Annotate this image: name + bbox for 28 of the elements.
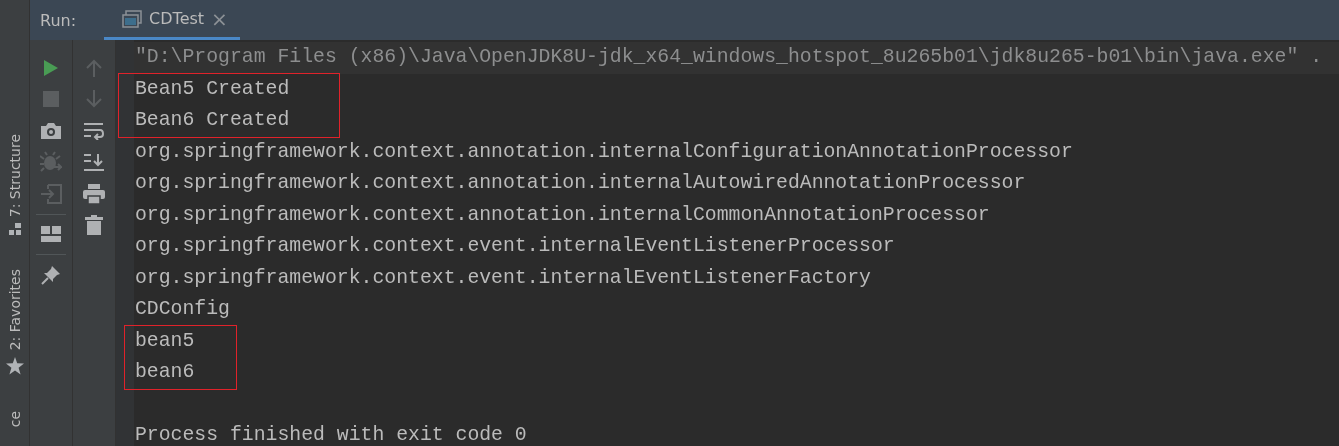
printer-icon[interactable] xyxy=(83,183,105,204)
tab-label: CDTest xyxy=(149,9,205,28)
console-line: CDConfig xyxy=(134,297,231,322)
tool-window-tab[interactable]: ce xyxy=(6,410,23,427)
pin-icon[interactable] xyxy=(41,264,61,285)
window-icon xyxy=(122,9,143,28)
scroll-to-end-icon[interactable] xyxy=(84,153,104,172)
console-line: org.springframework.context.event.internalEventListenerProcessor xyxy=(134,234,896,259)
console-line: Bean5 Created xyxy=(134,76,290,102)
layout-icon[interactable] xyxy=(41,226,61,243)
trash-icon[interactable] xyxy=(85,215,103,236)
console-line: org.springframework.context.annotation.internalAutowiredAnnotationProcessor xyxy=(134,171,1027,196)
tool-window-tab[interactable]: 2: Favorites xyxy=(6,269,23,351)
console-line: bean5 xyxy=(134,328,195,354)
soft-wrap-icon[interactable] xyxy=(84,121,104,140)
console-line: org.springframework.context.annotation.internalCommonAnnotationProcessor xyxy=(134,202,991,228)
console-line: org.springframework.context.event.internalEventListenerFactory xyxy=(134,265,872,291)
run-label: Run: xyxy=(40,10,77,30)
run-icon[interactable] xyxy=(43,58,59,77)
console-line: bean6 xyxy=(134,360,195,385)
tool-window-tab[interactable]: 7: Structure xyxy=(6,134,23,218)
star-icon xyxy=(5,356,24,375)
structure-icon xyxy=(8,223,21,236)
close-icon[interactable]: × xyxy=(211,6,228,31)
camera-icon[interactable] xyxy=(40,121,62,140)
console-line: org.springframework.context.annotation.internalConfigurationAnnotationProcessor xyxy=(134,139,1074,165)
console-line: Bean6 Created xyxy=(134,108,290,133)
console-line: Process finished with exit code 0 xyxy=(134,423,528,446)
